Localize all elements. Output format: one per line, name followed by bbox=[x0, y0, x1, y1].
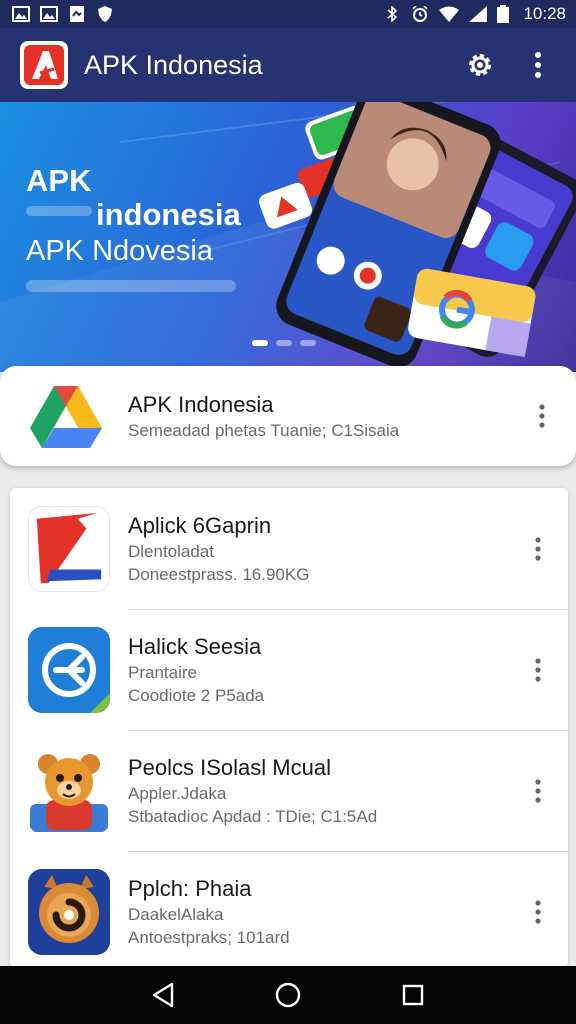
more-vert-icon bbox=[535, 778, 541, 803]
image-icon bbox=[12, 6, 30, 22]
more-button[interactable] bbox=[524, 771, 552, 811]
alarm-icon bbox=[412, 6, 429, 22]
more-vert-icon bbox=[535, 536, 541, 561]
promo-banner[interactable]: APK indonesia APK Ndovesia bbox=[0, 102, 576, 372]
more-vert-icon bbox=[535, 657, 541, 682]
app-meta: Stbatadioc Apdad : TDie; C1:5Ad bbox=[128, 806, 378, 826]
app-icon bbox=[28, 626, 110, 713]
more-button[interactable] bbox=[524, 892, 552, 932]
app-title: Pplch: Phaia bbox=[128, 875, 252, 901]
navigation-bar bbox=[0, 966, 576, 1024]
app-subtitle: Prantaire bbox=[128, 662, 197, 682]
app-meta: Coodiote 2 P5ada bbox=[128, 685, 265, 705]
overflow-menu-icon bbox=[535, 52, 541, 78]
list-item[interactable]: Halick Seesia Prantaire Coodiote 2 P5ada bbox=[10, 609, 568, 730]
recents-icon bbox=[403, 984, 424, 1006]
drive-icon bbox=[30, 386, 102, 448]
settings-button[interactable] bbox=[458, 43, 502, 87]
notification-icons bbox=[12, 6, 114, 22]
image-icon bbox=[40, 6, 58, 22]
recents-button[interactable] bbox=[393, 975, 433, 1015]
carousel-dot[interactable] bbox=[252, 340, 268, 346]
more-button[interactable] bbox=[524, 529, 552, 569]
status-time: 10:28 bbox=[523, 4, 566, 23]
compass-logo-icon bbox=[28, 626, 110, 713]
red-z-logo-icon bbox=[32, 512, 106, 585]
app-icon bbox=[28, 505, 110, 592]
orange-creature-icon bbox=[28, 868, 110, 955]
more-vert-icon bbox=[535, 899, 541, 924]
list-item[interactable]: Peolcs ISolasl Mcual Appler.Jdaka Stbata… bbox=[10, 730, 568, 851]
app-title: Peolcs ISolasl Mcual bbox=[128, 754, 331, 780]
bear-mascot-icon bbox=[30, 753, 108, 832]
back-icon bbox=[152, 982, 173, 1008]
apk-logo-icon bbox=[24, 45, 64, 85]
featured-app-card[interactable]: APK Indonesia Semeadad phetas Tuanie; C1… bbox=[0, 366, 576, 466]
home-button[interactable] bbox=[268, 975, 308, 1015]
back-button[interactable] bbox=[143, 975, 183, 1015]
app-icon bbox=[28, 747, 110, 834]
more-button[interactable] bbox=[524, 650, 552, 690]
carousel-dot[interactable] bbox=[276, 340, 292, 346]
home-icon bbox=[275, 982, 301, 1008]
banner-text: APK indonesia APK Ndovesia bbox=[26, 164, 241, 268]
app-subtitle: Appler.Jdaka bbox=[128, 783, 227, 803]
featured-app-title: APK Indonesia bbox=[128, 391, 274, 417]
banner-blur-bar bbox=[26, 280, 236, 292]
app-subtitle: Dlentoladat bbox=[128, 541, 215, 561]
status-bar: 10:28 bbox=[0, 0, 576, 28]
app-logo bbox=[20, 41, 68, 89]
wifi-icon bbox=[439, 6, 460, 22]
app-subtitle: DaakelAlaka bbox=[128, 904, 224, 924]
battery-icon bbox=[497, 5, 510, 23]
list-item[interactable]: Aplick 6Gaprin Dlentoladat Doneestprass.… bbox=[10, 488, 568, 609]
gear-icon bbox=[469, 54, 491, 76]
system-icons: 10:28 bbox=[383, 4, 566, 24]
banner-line-1: APK bbox=[26, 163, 92, 198]
carousel-dot[interactable] bbox=[300, 340, 316, 346]
app-meta: Doneestprass. 16.90KG bbox=[128, 564, 310, 584]
file-icon bbox=[70, 6, 84, 22]
list-item[interactable]: Pplch: Phaia DaakelAlaka Antoestpraks; 1… bbox=[10, 851, 568, 968]
featured-app-subtitle: Semeadad phetas Tuanie; C1Sisaia bbox=[128, 420, 400, 440]
app-meta: Antoestpraks; 101ard bbox=[128, 927, 290, 947]
banner-line-3: APK Ndovesia bbox=[26, 235, 213, 267]
app-icon bbox=[28, 868, 110, 955]
carousel-indicator bbox=[252, 340, 316, 346]
app-title: Aplick 6Gaprin bbox=[128, 512, 272, 538]
shield-icon bbox=[98, 6, 112, 22]
overflow-menu-button[interactable] bbox=[516, 43, 560, 87]
more-vert-icon bbox=[539, 404, 545, 428]
app-title: APK Indonesia bbox=[84, 49, 263, 80]
bluetooth-icon bbox=[387, 6, 398, 22]
app-title: Halick Seesia bbox=[128, 633, 262, 659]
app-list: Aplick 6Gaprin Dlentoladat Doneestprass.… bbox=[10, 488, 568, 968]
banner-line-2: indonesia bbox=[96, 197, 241, 232]
app-bar: APK Indonesia bbox=[0, 28, 576, 102]
signal-icon bbox=[469, 6, 488, 22]
featured-more-button[interactable] bbox=[528, 396, 556, 436]
